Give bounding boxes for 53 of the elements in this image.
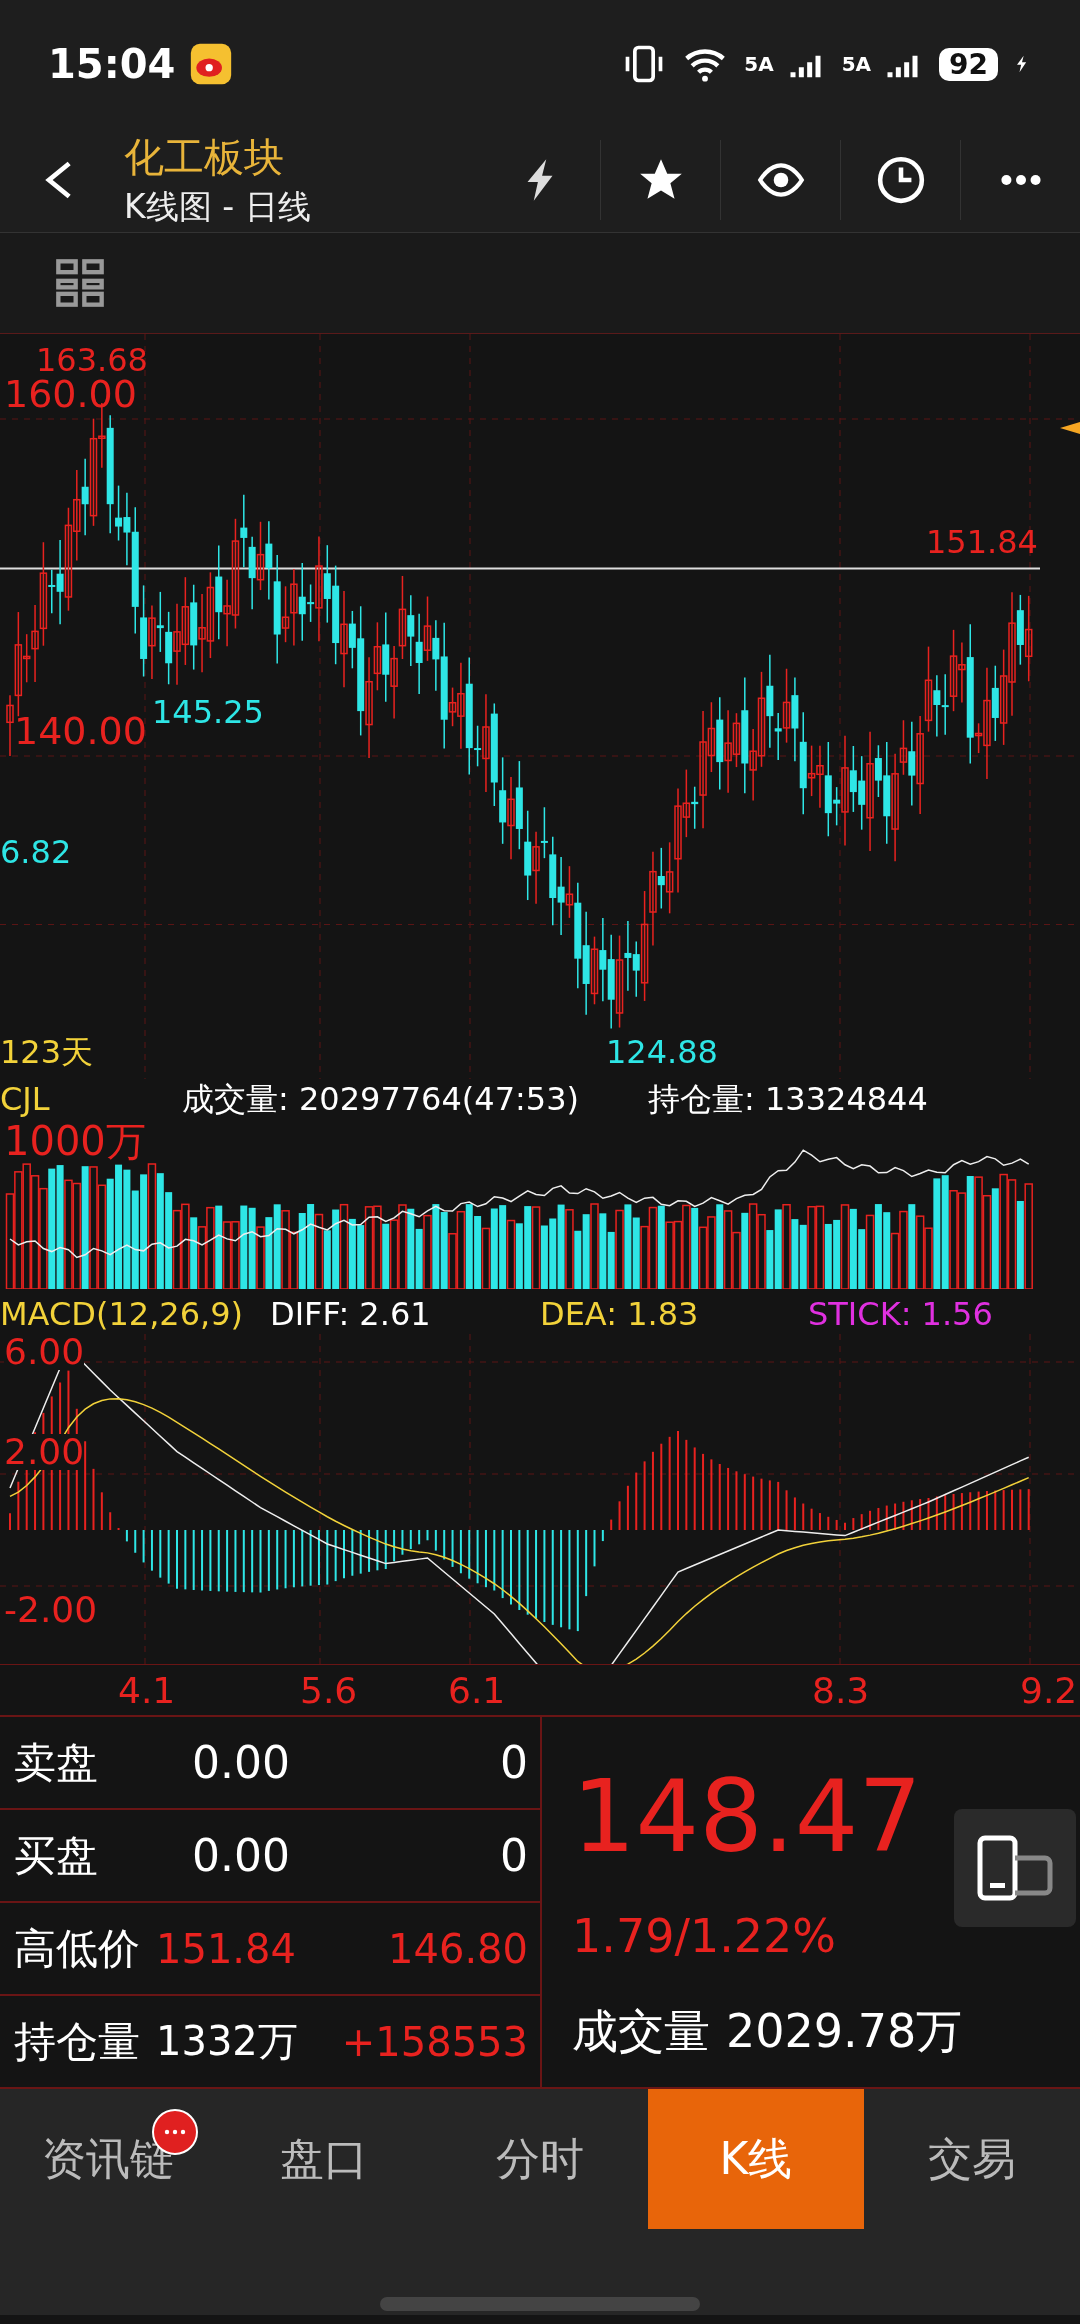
macd-axis-label: 2.00 [4,1434,85,1470]
day-count-label: 123天 [0,1036,94,1068]
date-axis-label: 8.3 [812,1673,870,1709]
bottom-tab[interactable]: 分时 [432,2089,648,2229]
stick-reading: STICK: 1.56 [808,1298,993,1330]
latest-high-label: 151.84 [926,526,1038,559]
screen-rotate-icon [975,1833,1055,1903]
quote-label: 卖盘 [14,1736,99,1789]
date-axis-label: 4.1 [118,1673,176,1709]
app-notification-icon [189,42,234,86]
diff-reading: DIFF: 2.61 [270,1298,431,1330]
low-price-label: 124.88 [606,1036,718,1068]
network-type-label: 5A [744,52,774,76]
volume-reading: 成交量: 20297764(47:53) [182,1083,579,1115]
status-time: 15:04 [48,41,176,87]
high-price-label: 163.68 [36,344,148,376]
date-axis-label: 5.6 [300,1673,358,1709]
quote-value: 0 [500,1830,528,1881]
dea-reading: DEA: 1.83 [540,1298,699,1330]
turnover-label: 成交量 [572,2003,710,2060]
quote-label: 高低价 [14,1922,141,1975]
quote-value: 1332万 [156,2017,298,2066]
swing-low-label: 145.25 [152,696,264,728]
bottom-tab[interactable]: 盘口 [216,2089,432,2229]
grid-icon [54,257,106,309]
quote-value: 146.80 [388,1925,528,1972]
quote-value: 0 [500,1737,528,1788]
price-axis-label: 140.00 [14,712,147,750]
turnover-value: 2029.78万 [726,2003,963,2060]
volume-indicator-title: CJL [0,1083,50,1115]
open-interest-reading: 持仓量: 13324844 [648,1083,928,1115]
network-type-label: 5A [841,52,872,76]
quote-value: 0.00 [192,1737,290,1788]
page-subtitle: K线图 - 日线 [124,186,312,228]
price-change: 1.79/1.22% [572,1909,838,1963]
macd-title: MACD(12,26,9) [0,1298,244,1330]
quote-value: 0.00 [192,1830,290,1881]
price-pointer-icon [1060,422,1080,434]
quote-label: 买盘 [14,1829,99,1882]
clock-icon [875,155,926,205]
quote-value: 151.84 [156,1925,296,1972]
price-axis-label: 160.00 [4,375,137,413]
date-axis-label: 9.2 [1020,1673,1078,1709]
battery-level: 92 [939,47,998,81]
page-title: 化工板块 [124,133,285,182]
quote-label: 持仓量 [14,2015,141,2068]
last-price: 148.47 [572,1767,923,1867]
orientation-button[interactable] [954,1809,1076,1927]
quote-value: +158553 [341,2018,528,2065]
bottom-tab[interactable]: 交易 [864,2089,1080,2229]
date-axis-label: 6.1 [448,1673,506,1709]
low-price-label: 6.82 [0,836,72,868]
dots-icon [163,2128,187,2136]
